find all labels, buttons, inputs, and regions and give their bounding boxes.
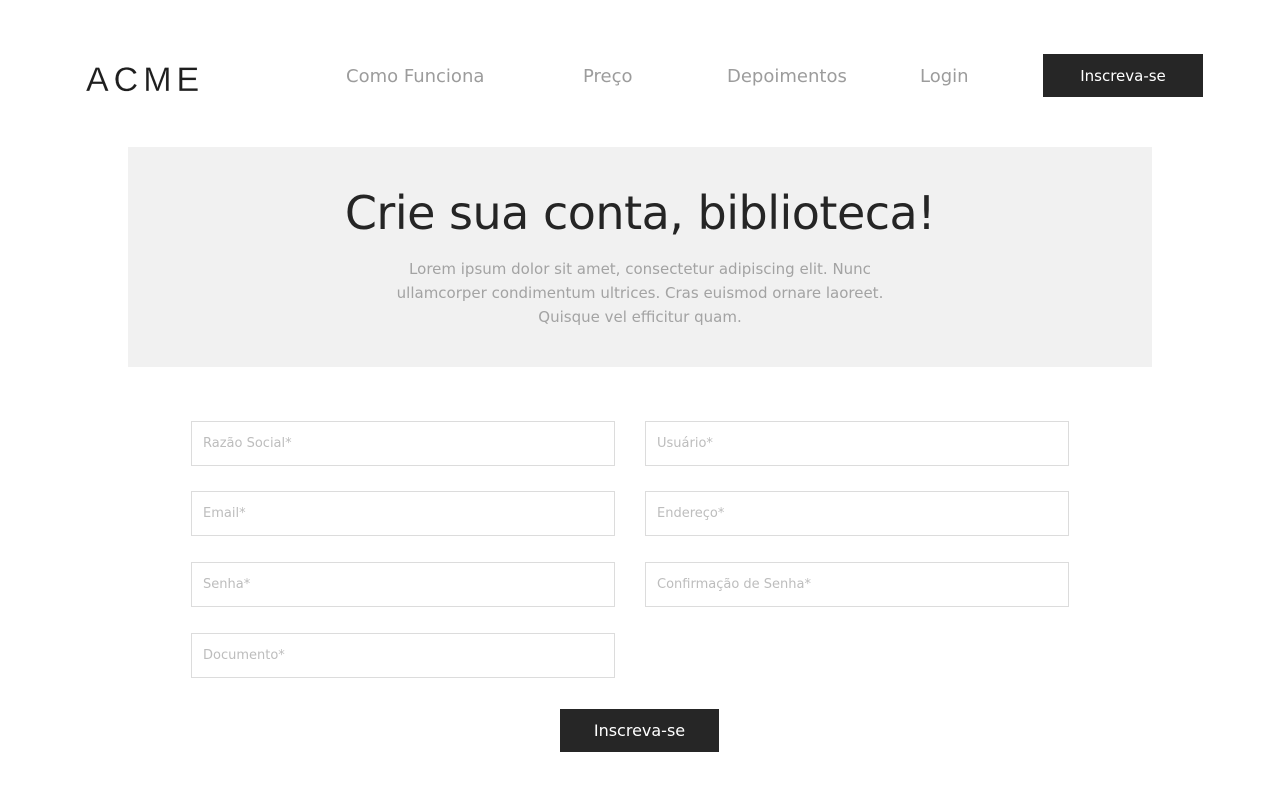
header-signup-button[interactable]: Inscreva-se [1043, 54, 1203, 97]
nav-link-login[interactable]: Login [920, 66, 969, 88]
hero-banner: Crie sua conta, biblioteca! Lorem ipsum … [128, 147, 1152, 367]
signup-page: ACME Como Funciona Preço Depoimentos Log… [0, 0, 1280, 800]
hero-description: Lorem ipsum dolor sit amet, consectetur … [396, 260, 884, 326]
acme-logo[interactable]: ACME [86, 60, 204, 100]
nav-link-como-funciona[interactable]: Como Funciona [346, 66, 484, 88]
nav-link-depoimentos[interactable]: Depoimentos [727, 66, 847, 88]
email-input[interactable] [191, 491, 615, 536]
razao-social-input[interactable] [191, 421, 615, 466]
page-title: Crie sua conta, biblioteca! [344, 186, 936, 240]
nav-link-preco[interactable]: Preço [583, 66, 633, 88]
senha-input[interactable] [191, 562, 615, 607]
documento-input[interactable] [191, 633, 615, 678]
confirmacao-senha-input[interactable] [645, 562, 1069, 607]
submit-signup-button[interactable]: Inscreva-se [560, 709, 719, 752]
endereco-input[interactable] [645, 491, 1069, 536]
usuario-input[interactable] [645, 421, 1069, 466]
